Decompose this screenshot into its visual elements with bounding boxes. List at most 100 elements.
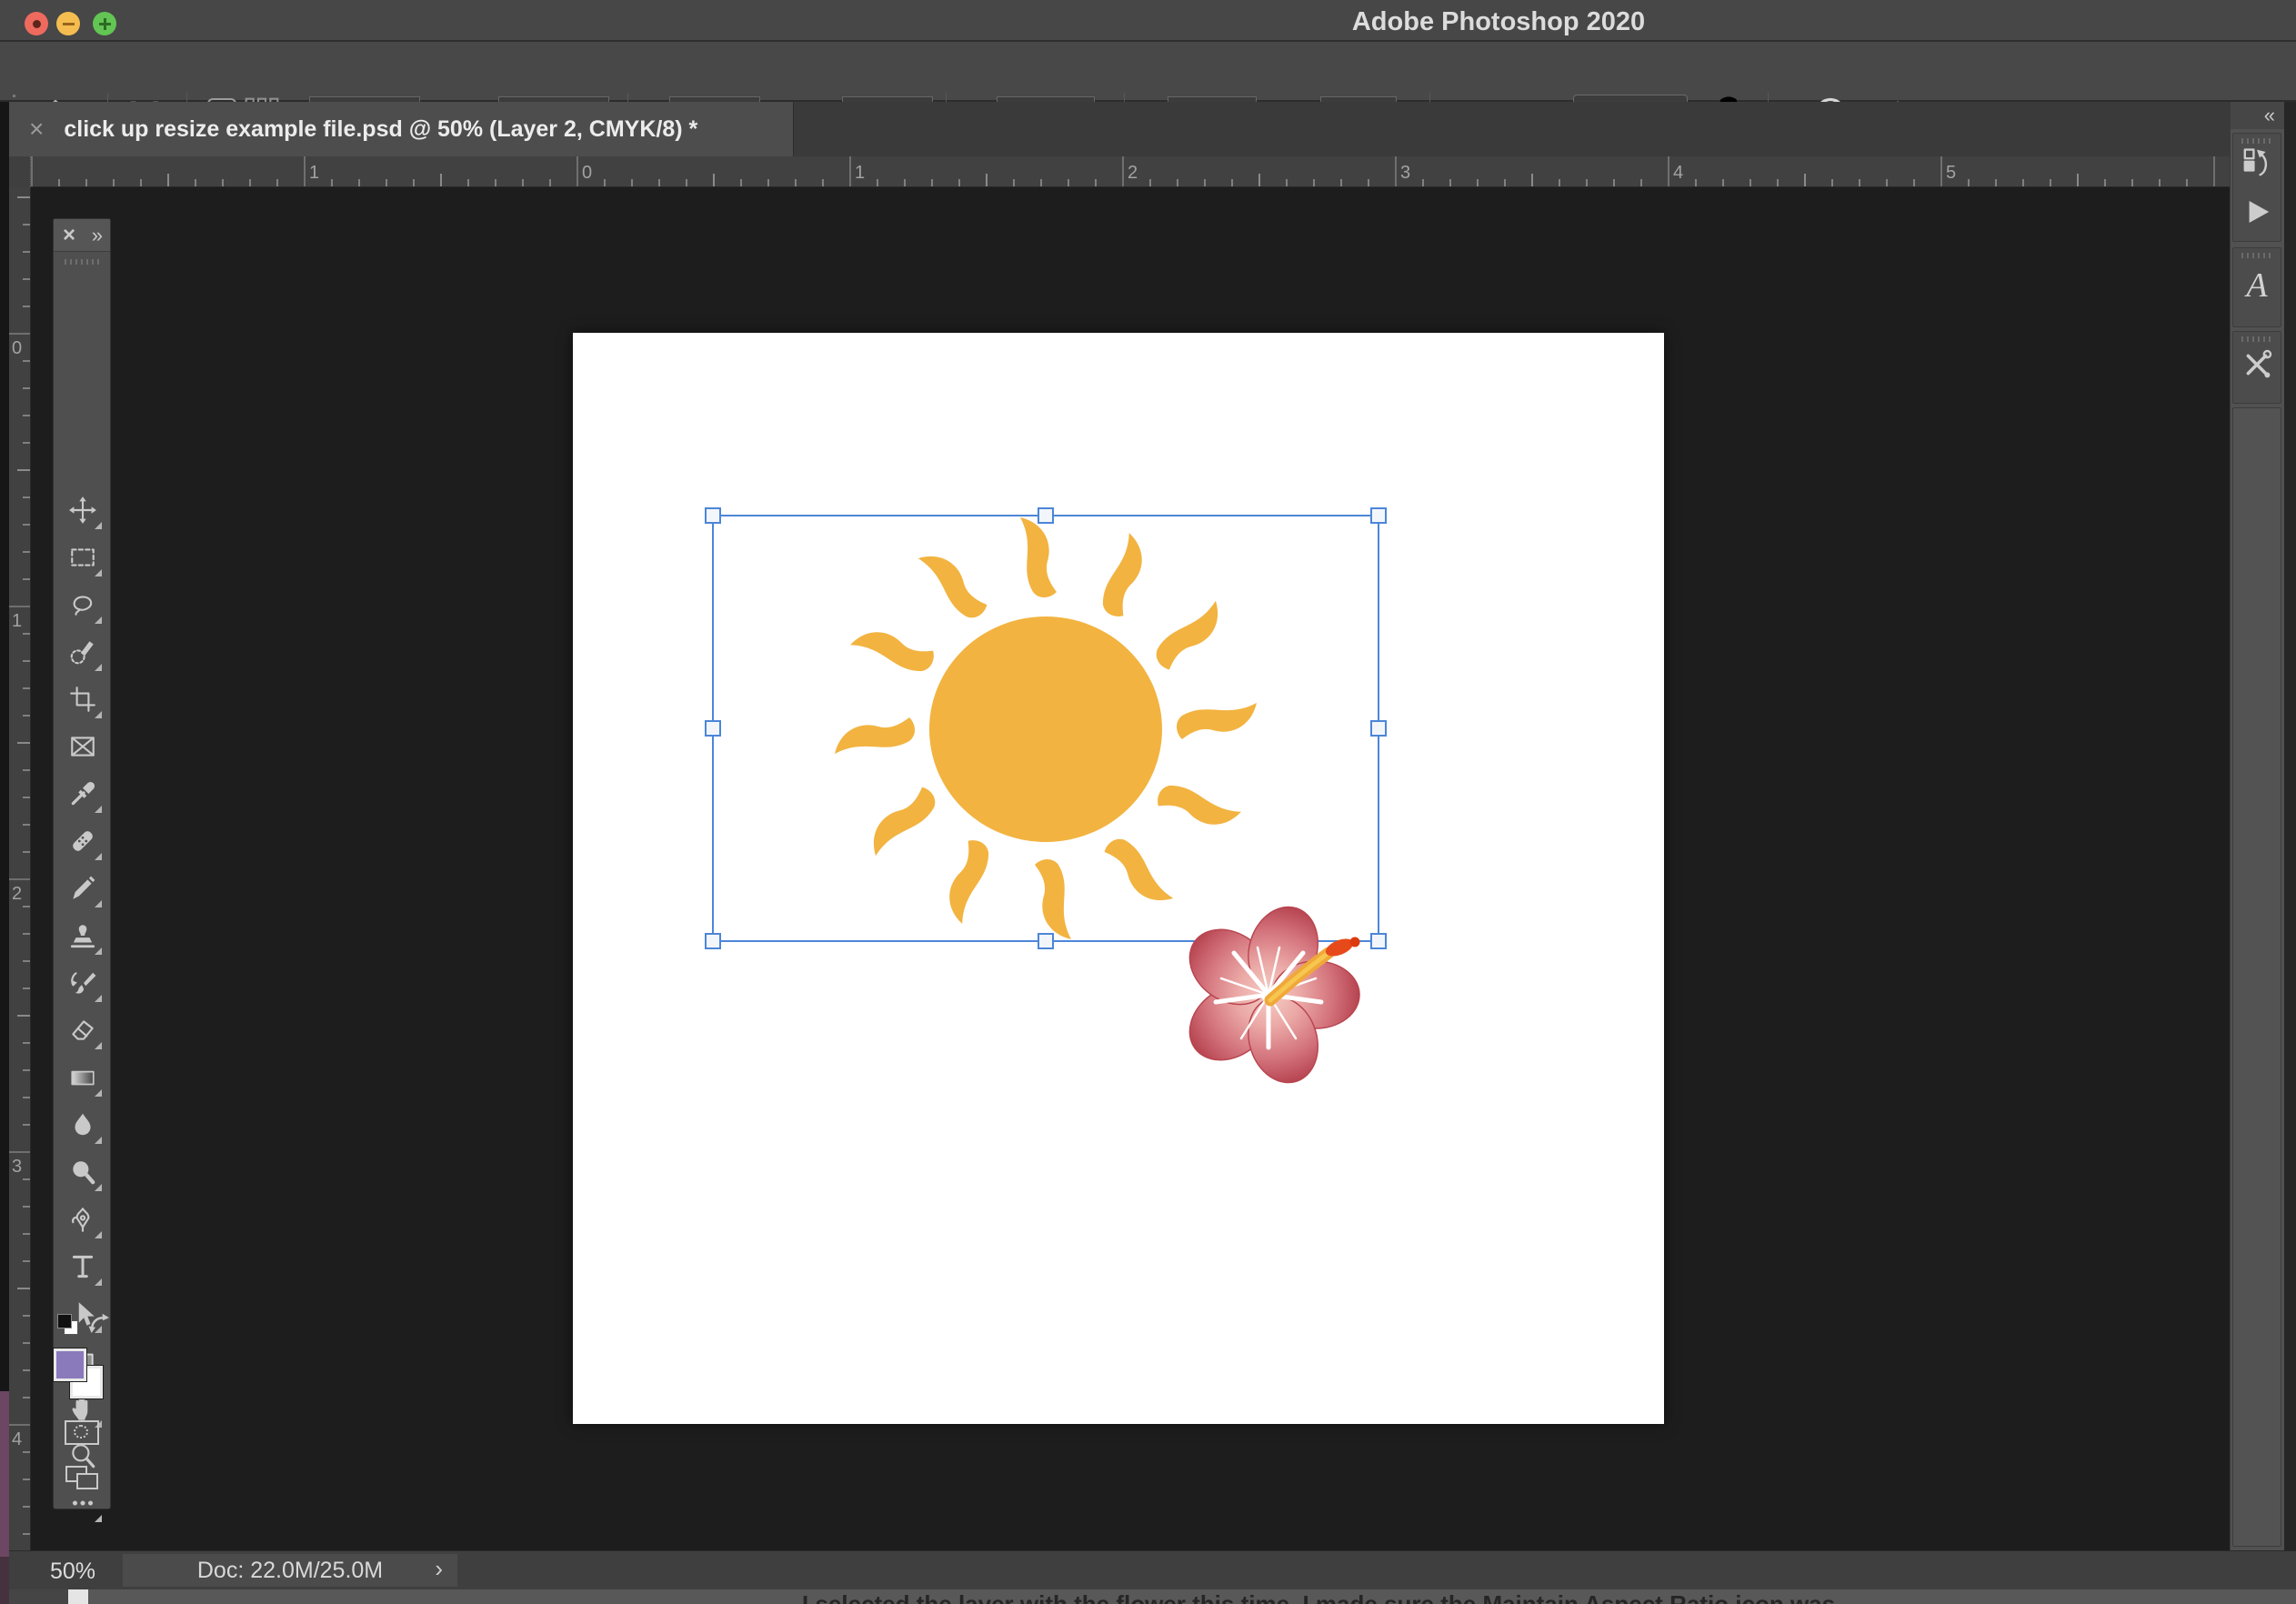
clone-stamp-tool[interactable] [63, 916, 103, 956]
type-tool[interactable] [63, 1247, 103, 1287]
default-colors-icon[interactable] [57, 1314, 72, 1328]
background-window-fragment [68, 1589, 88, 1604]
document-info[interactable]: Doc: 22.0M/25.0M › [123, 1554, 457, 1587]
quick-selection-tool[interactable] [63, 632, 103, 672]
ruler-top-label: 1 [309, 163, 320, 183]
expand-panel-icon[interactable]: » [92, 224, 103, 247]
close-panel-icon[interactable]: × [63, 224, 75, 246]
window-right-edge [2284, 102, 2296, 1550]
tools-panel-header: × » [54, 219, 110, 252]
title-bar: Adobe Photoshop 2020 [0, 0, 2296, 42]
dock-group-empty [2232, 407, 2281, 1547]
tab-close-icon[interactable]: × [29, 116, 44, 142]
ruler-top-label: 0 [582, 163, 593, 183]
glyphs-panel-icon[interactable]: A [2246, 268, 2267, 303]
ruler-top-label: 3 [1400, 163, 1411, 183]
transform-options-bar: X: 1049.50 px Y: 871.50 px W: 100.00% H:… [0, 42, 2296, 135]
collapse-chevrons-icon: « [2263, 104, 2275, 126]
blur-tool[interactable] [63, 1105, 103, 1145]
history-panel-icon[interactable] [2241, 146, 2273, 184]
expand-panels-button[interactable]: « [2231, 102, 2284, 129]
panel-grip[interactable] [2241, 253, 2274, 258]
move-tool[interactable] [63, 490, 103, 530]
flyout-icon [95, 569, 102, 576]
spot-healing-brush-tool[interactable] [63, 821, 103, 861]
document-tab-bar: × click up resize example file.psd @ 50%… [9, 102, 2230, 156]
zoom-window-button[interactable] [93, 12, 116, 35]
ruler-left-label: 1 [12, 611, 23, 631]
tools-panel-icon[interactable] [2241, 348, 2273, 386]
minimize-window-button[interactable] [56, 12, 80, 35]
dodge-tool[interactable] [63, 1152, 103, 1192]
document-tab[interactable]: × click up resize example file.psd @ 50%… [9, 102, 794, 156]
brush-tool[interactable] [63, 868, 103, 908]
ruler-left-label: 2 [12, 884, 23, 904]
quick-mask-mode-button[interactable] [65, 1420, 99, 1445]
foreground-color-swatch[interactable] [53, 1348, 87, 1382]
eyedropper-tool[interactable] [63, 774, 103, 814]
ruler-top-label: 5 [1946, 163, 1957, 183]
gradient-tool[interactable] [63, 1058, 103, 1098]
transform-handle-top-center[interactable] [1038, 507, 1054, 524]
screen-mode-icon[interactable] [76, 1473, 98, 1489]
photoshop-window: Adobe Photoshop 2020 × click up resize e… [0, 0, 2296, 1604]
window-title: Adobe Photoshop 2020 [1351, 7, 1646, 36]
doc-size-text: Doc: 22.0M/25.0M [196, 1557, 384, 1583]
background-window-sliver: I selected the layer with the flower thi… [9, 1589, 2296, 1604]
flyout-icon [95, 664, 102, 671]
quick-mask-icon [74, 1425, 88, 1439]
transform-handle-middle-left[interactable] [705, 720, 721, 737]
dock-group-tools [2232, 331, 2281, 404]
status-bar: 50% Doc: 22.0M/25.0M › [9, 1550, 2296, 1589]
panel-grip[interactable] [65, 259, 101, 265]
ruler-top-label: 4 [1673, 163, 1684, 183]
hibiscus-flower-graphic [1188, 906, 1360, 1084]
flyout-icon [95, 1515, 102, 1522]
status-chevron-icon[interactable]: › [435, 1555, 443, 1583]
ruler-origin-corner[interactable] [9, 156, 31, 187]
flyout-icon [95, 1278, 102, 1286]
tools-panel: × » [53, 218, 114, 1522]
transform-handle-top-right[interactable] [1370, 507, 1387, 524]
transform-handle-middle-right[interactable] [1370, 720, 1387, 737]
eraser-tool[interactable] [63, 1010, 103, 1050]
flyout-icon [95, 853, 102, 860]
vertical-ruler[interactable]: 0 1 2 3 4 [9, 187, 31, 1550]
rectangular-marquee-tool[interactable] [63, 537, 103, 577]
transform-handle-bottom-right[interactable] [1370, 933, 1387, 949]
minimize-icon [62, 22, 75, 25]
close-window-button[interactable] [25, 12, 48, 35]
crop-tool[interactable] [63, 679, 103, 719]
unsaved-dot-icon [32, 19, 41, 28]
panel-grip[interactable] [2241, 336, 2274, 342]
flyout-icon [95, 947, 102, 955]
transform-handle-bottom-center[interactable] [1038, 933, 1054, 949]
actions-play-icon[interactable] [2241, 195, 2273, 233]
ruler-left-label: 4 [12, 1429, 23, 1449]
free-transform-bounding-box[interactable] [712, 515, 1379, 942]
flyout-icon [95, 711, 102, 718]
panel-grip[interactable] [2241, 138, 2274, 144]
frame-tool[interactable] [63, 727, 103, 767]
zoom-level-field[interactable]: 50% [50, 1559, 95, 1585]
flyout-icon [95, 1231, 102, 1238]
desktop-strip-purple-dark [0, 1557, 9, 1604]
ruler-top-label: 1 [855, 163, 866, 183]
horizontal-ruler[interactable]: 1 0 1 2 3 4 5 [31, 156, 2230, 187]
dock-group-glyphs: A [2232, 247, 2281, 327]
lasso-tool[interactable] [63, 585, 103, 625]
swap-colors-icon[interactable] [86, 1310, 114, 1342]
pen-tool[interactable] [63, 1199, 103, 1239]
panel-dock: « A [2230, 102, 2284, 1550]
flyout-icon [95, 995, 102, 1002]
ruler-top-label: 2 [1128, 163, 1138, 183]
ruler-left-label: 0 [12, 338, 23, 358]
flyout-icon [95, 806, 102, 813]
transform-handle-bottom-left[interactable] [705, 933, 721, 949]
background-window-fragment [9, 1589, 68, 1604]
desktop-strip [0, 42, 9, 1391]
transform-handle-top-left[interactable] [705, 507, 721, 524]
ruler-left-label: 3 [12, 1157, 23, 1177]
history-brush-tool[interactable] [63, 963, 103, 1003]
desktop-strip-purple [0, 1391, 9, 1557]
